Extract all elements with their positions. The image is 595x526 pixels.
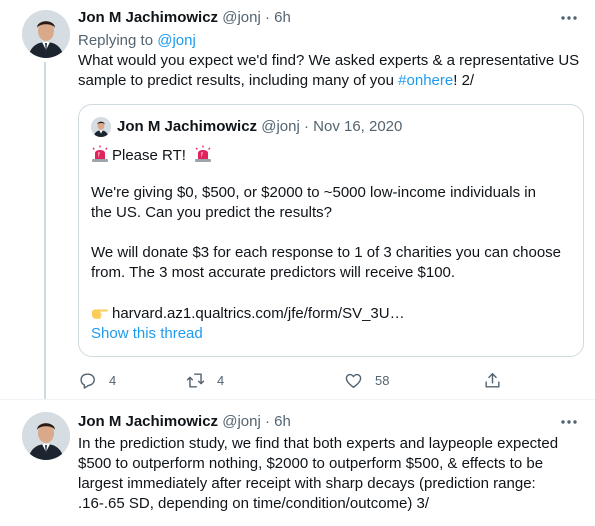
replying-to-handle-link[interactable]: @jonj [157, 32, 196, 49]
quoted-link-line: harvard.az1.qualtrics.com/jfe/form/SV_3U… [91, 303, 405, 324]
tweet-text-line: largest immediately after receipt with s… [78, 475, 536, 492]
avatar-photo-icon [91, 117, 111, 137]
tweet-text-line: In the prediction study, we find that bo… [78, 435, 559, 452]
thread-connector-line [44, 62, 46, 400]
replying-to-label: Replying to [78, 32, 154, 49]
rotating-light-icon [195, 145, 212, 162]
retweet-icon [186, 372, 205, 388]
more-options-icon[interactable] [559, 412, 579, 432]
tweet-text: What would you expect we'd find? We aske… [78, 51, 583, 91]
tweet-text-line: $500 to outperform nothing, $2000 to out… [78, 455, 544, 472]
tweet-header: Jon M Jachimowicz @jonj · 6h [78, 412, 291, 432]
like-count: 58 [375, 372, 390, 388]
author-name[interactable]: Jon M Jachimowicz [78, 9, 218, 26]
quoted-text-line: from. The 3 most accurate predictors wil… [91, 264, 456, 281]
tweet-text-line: sample to predict results, including man… [78, 71, 583, 91]
heart-icon [345, 373, 362, 388]
tweet-text: In the prediction study, we find that bo… [78, 434, 583, 514]
tweet-text-line: What would you expect we'd find? We aske… [78, 52, 580, 69]
separator-dot: · [264, 413, 270, 430]
pointing-hand-icon [92, 309, 108, 319]
more-options-icon[interactable] [559, 8, 579, 28]
quoted-text-line: We will donate $3 for each response to 1… [91, 244, 562, 261]
share-button[interactable] [483, 368, 502, 392]
quoted-author-name: Jon M Jachimowicz [117, 118, 258, 135]
reply-icon [80, 372, 95, 389]
rotating-light-icon [92, 145, 108, 162]
tweet-actions: 4 4 58 [78, 368, 508, 392]
author-name[interactable]: Jon M Jachimowicz [78, 413, 218, 430]
retweet-button[interactable]: 4 [186, 368, 224, 392]
timestamp[interactable]: 6h [274, 413, 291, 430]
avatar-photo-icon [22, 10, 70, 58]
share-icon [485, 372, 500, 388]
hashtag-link[interactable]: #onhere [398, 72, 453, 89]
separator-dot: · [303, 118, 309, 135]
quoted-text-line: the US. Can you predict the results? [91, 204, 332, 221]
quoted-tweet[interactable]: Jon M Jachimowicz @jonj · Nov 16, 2020 P… [78, 104, 584, 357]
tweet-thread-continuation[interactable]: Jon M Jachimowicz @jonj · 6h In the pred… [0, 400, 595, 526]
tweet-reply[interactable]: Jon M Jachimowicz @jonj · 6h Replying to… [0, 0, 595, 400]
reply-count: 4 [109, 372, 117, 388]
tweet-header: Jon M Jachimowicz @jonj · 6h [78, 8, 291, 28]
retweet-count: 4 [217, 372, 225, 388]
avatar-photo-icon [22, 412, 70, 460]
replying-to: Replying to @jonj [78, 31, 196, 51]
tweet-text-segment: ! 2/ [453, 72, 475, 89]
quoted-link-text: harvard.az1.qualtrics.com/jfe/form/SV_3U… [112, 305, 405, 322]
avatar[interactable] [22, 412, 70, 460]
quoted-avatar [91, 117, 111, 137]
show-this-thread-link[interactable]: Show this thread [91, 324, 203, 344]
quoted-text-line: Please RT! [91, 145, 215, 166]
separator-dot: · [264, 9, 270, 26]
quoted-author-handle: @jonj [261, 118, 300, 135]
quoted-text-line: We're giving $0, $500, or $2000 to ~5000… [91, 184, 536, 201]
author-handle[interactable]: @jonj [222, 9, 261, 26]
tweet-text-segment: sample to predict results, including man… [78, 72, 394, 89]
quoted-text-segment: Please RT! [112, 147, 186, 164]
like-button[interactable]: 58 [344, 368, 389, 392]
quoted-date: Nov 16, 2020 [313, 118, 403, 135]
avatar[interactable] [22, 10, 70, 58]
timestamp[interactable]: 6h [274, 9, 291, 26]
quoted-header: Jon M Jachimowicz @jonj · Nov 16, 2020 [117, 117, 402, 137]
author-handle[interactable]: @jonj [222, 413, 261, 430]
tweet-text-line: .16-.65 SD, depending on time/condition/… [78, 495, 430, 512]
reply-button[interactable]: 4 [78, 368, 116, 392]
